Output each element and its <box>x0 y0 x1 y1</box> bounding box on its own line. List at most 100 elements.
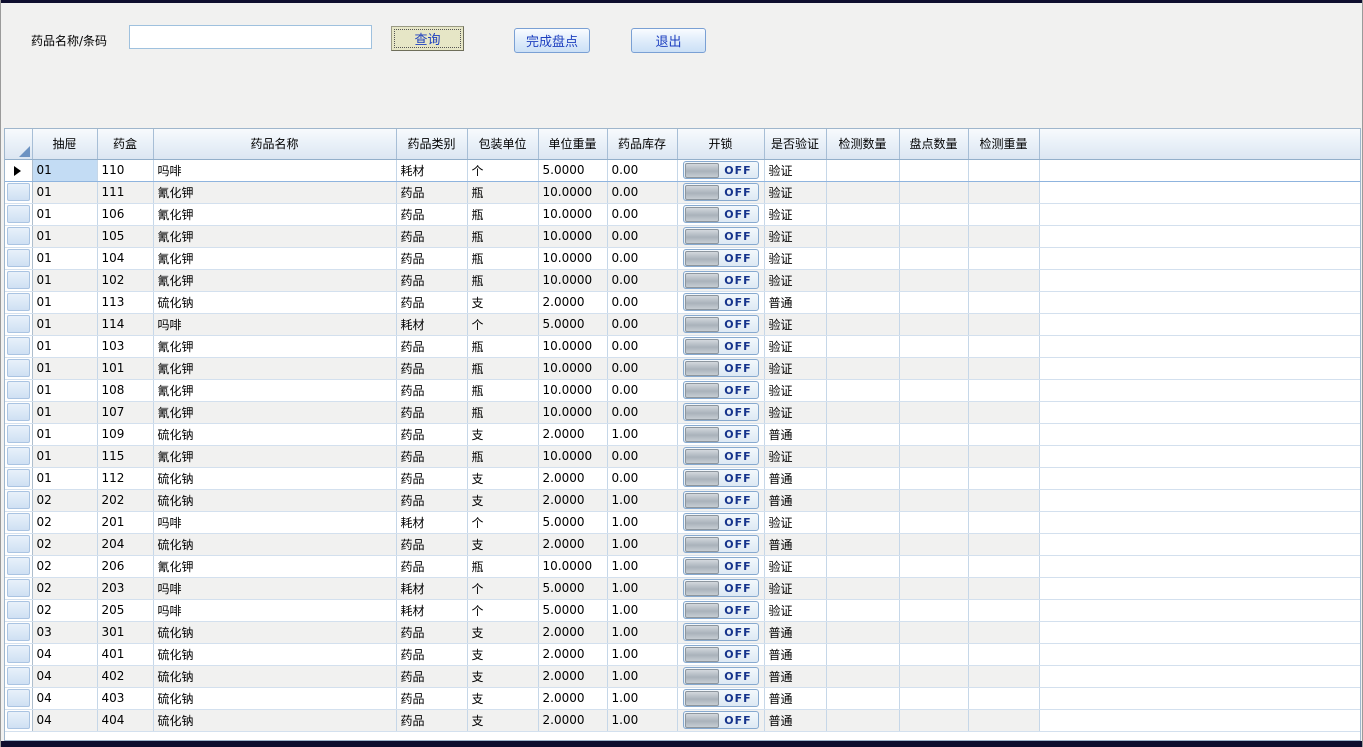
cell-check-weight[interactable] <box>968 533 1039 555</box>
lock-toggle[interactable]: OFF <box>683 271 759 289</box>
lock-toggle[interactable]: OFF <box>683 601 759 619</box>
cell-drug-name[interactable]: 硫化钠 <box>153 709 396 731</box>
cell-drug-name[interactable]: 氰化钾 <box>153 225 396 247</box>
col-header-drawer[interactable]: 抽屉 <box>32 129 97 159</box>
cell-category[interactable]: 药品 <box>396 709 467 731</box>
cell-check-qty[interactable] <box>826 181 899 203</box>
cell-box[interactable]: 106 <box>97 203 153 225</box>
cell-check-weight[interactable] <box>968 687 1039 709</box>
cell-verify[interactable]: 验证 <box>764 401 826 423</box>
cell-drug-name[interactable]: 吗啡 <box>153 577 396 599</box>
row-indicator[interactable] <box>5 709 32 731</box>
cell-drawer[interactable]: 02 <box>32 599 97 621</box>
cell-count-qty[interactable] <box>899 665 968 687</box>
cell-drawer[interactable]: 01 <box>32 291 97 313</box>
lock-toggle[interactable]: OFF <box>683 227 759 245</box>
cell-box[interactable]: 111 <box>97 181 153 203</box>
cell-verify[interactable]: 普通 <box>764 489 826 511</box>
lock-toggle[interactable]: OFF <box>683 183 759 201</box>
cell-stock[interactable]: 1.00 <box>607 665 677 687</box>
cell-unit[interactable]: 瓶 <box>467 379 538 401</box>
cell-stock[interactable]: 1.00 <box>607 511 677 533</box>
cell-box[interactable]: 403 <box>97 687 153 709</box>
col-header-box[interactable]: 药盒 <box>97 129 153 159</box>
cell-unit[interactable]: 个 <box>467 511 538 533</box>
cell-drug-name[interactable]: 硫化钠 <box>153 621 396 643</box>
cell-drawer[interactable]: 02 <box>32 511 97 533</box>
cell-check-qty[interactable] <box>826 401 899 423</box>
cell-unit-weight[interactable]: 2.0000 <box>538 709 607 731</box>
cell-category[interactable]: 药品 <box>396 379 467 401</box>
cell-unit-weight[interactable]: 2.0000 <box>538 621 607 643</box>
cell-unit[interactable]: 支 <box>467 423 538 445</box>
cell-unit[interactable]: 支 <box>467 687 538 709</box>
cell-count-qty[interactable] <box>899 203 968 225</box>
cell-unit[interactable]: 个 <box>467 313 538 335</box>
cell-box[interactable]: 112 <box>97 467 153 489</box>
cell-box[interactable]: 113 <box>97 291 153 313</box>
cell-drug-name[interactable]: 氰化钾 <box>153 181 396 203</box>
row-indicator[interactable] <box>5 379 32 401</box>
cell-category[interactable]: 耗材 <box>396 599 467 621</box>
col-header-category[interactable]: 药品类别 <box>396 129 467 159</box>
cell-box[interactable]: 201 <box>97 511 153 533</box>
lock-toggle[interactable]: OFF <box>683 535 759 553</box>
cell-category[interactable]: 耗材 <box>396 511 467 533</box>
cell-category[interactable]: 药品 <box>396 335 467 357</box>
cell-drug-name[interactable]: 硫化钠 <box>153 533 396 555</box>
cell-drawer[interactable]: 04 <box>32 709 97 731</box>
cell-drug-name[interactable]: 硫化钠 <box>153 643 396 665</box>
cell-category[interactable]: 药品 <box>396 445 467 467</box>
cell-check-qty[interactable] <box>826 313 899 335</box>
cell-verify[interactable]: 验证 <box>764 577 826 599</box>
cell-check-weight[interactable] <box>968 489 1039 511</box>
row-indicator[interactable] <box>5 445 32 467</box>
cell-unit[interactable]: 瓶 <box>467 203 538 225</box>
cell-unit-weight[interactable]: 10.0000 <box>538 181 607 203</box>
cell-category[interactable]: 药品 <box>396 269 467 291</box>
cell-check-qty[interactable] <box>826 379 899 401</box>
cell-verify[interactable]: 验证 <box>764 181 826 203</box>
cell-box[interactable]: 204 <box>97 533 153 555</box>
cell-stock[interactable]: 0.00 <box>607 313 677 335</box>
row-indicator[interactable] <box>5 423 32 445</box>
cell-unit-weight[interactable]: 10.0000 <box>538 247 607 269</box>
lock-toggle[interactable]: OFF <box>683 381 759 399</box>
cell-category[interactable]: 药品 <box>396 291 467 313</box>
cell-category[interactable]: 药品 <box>396 467 467 489</box>
cell-check-qty[interactable] <box>826 511 899 533</box>
cell-drawer[interactable]: 01 <box>32 335 97 357</box>
lock-toggle[interactable]: OFF <box>683 447 759 465</box>
cell-stock[interactable]: 1.00 <box>607 643 677 665</box>
cell-verify[interactable]: 验证 <box>764 357 826 379</box>
cell-drawer[interactable]: 04 <box>32 687 97 709</box>
cell-unit-weight[interactable]: 10.0000 <box>538 225 607 247</box>
cell-unit[interactable]: 支 <box>467 643 538 665</box>
cell-drug-name[interactable]: 硫化钠 <box>153 665 396 687</box>
cell-stock[interactable]: 1.00 <box>607 621 677 643</box>
cell-drawer[interactable]: 01 <box>32 203 97 225</box>
cell-drawer[interactable]: 01 <box>32 357 97 379</box>
cell-category[interactable]: 药品 <box>396 555 467 577</box>
cell-unit-weight[interactable]: 2.0000 <box>538 533 607 555</box>
cell-check-weight[interactable] <box>968 247 1039 269</box>
cell-check-weight[interactable] <box>968 621 1039 643</box>
cell-verify[interactable]: 普通 <box>764 467 826 489</box>
cell-count-qty[interactable] <box>899 489 968 511</box>
lock-toggle[interactable]: OFF <box>683 161 759 179</box>
cell-check-weight[interactable] <box>968 709 1039 731</box>
cell-box[interactable]: 205 <box>97 599 153 621</box>
lock-toggle[interactable]: OFF <box>683 205 759 223</box>
cell-check-qty[interactable] <box>826 357 899 379</box>
cell-check-qty[interactable] <box>826 445 899 467</box>
lock-toggle[interactable]: OFF <box>683 337 759 355</box>
cell-count-qty[interactable] <box>899 401 968 423</box>
exit-button[interactable]: 退出 <box>631 28 706 53</box>
cell-unit-weight[interactable]: 5.0000 <box>538 511 607 533</box>
cell-count-qty[interactable] <box>899 687 968 709</box>
cell-verify[interactable]: 验证 <box>764 599 826 621</box>
cell-unit[interactable]: 瓶 <box>467 269 538 291</box>
cell-drug-name[interactable]: 硫化钠 <box>153 489 396 511</box>
cell-count-qty[interactable] <box>899 621 968 643</box>
cell-stock[interactable]: 0.00 <box>607 181 677 203</box>
